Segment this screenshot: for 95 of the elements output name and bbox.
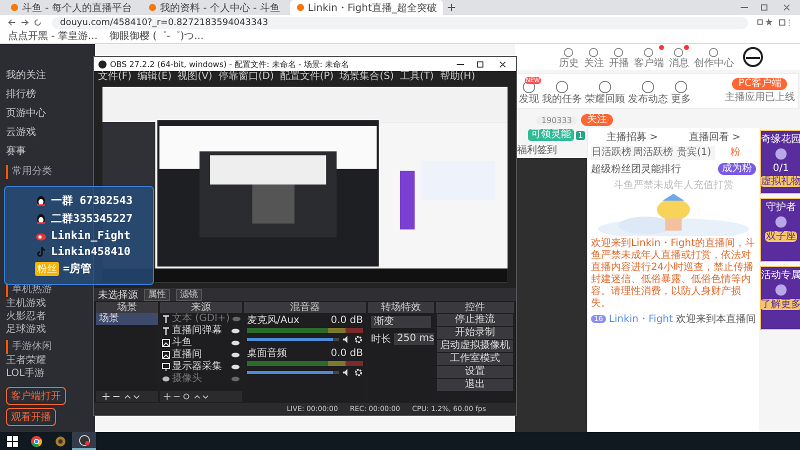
sidebar-item[interactable]: 云游戏 [6,123,89,142]
dock-title: 来源 [160,302,242,313]
header-link[interactable]: 客户端 [634,45,664,69]
feature-link[interactable]: 发布动态 [628,77,668,105]
promo-title: 守护者 [766,202,796,213]
follower-count: 190333 [536,116,577,124]
overlay-text: 二群335345227 [51,211,133,226]
control-button[interactable]: 启动虚拟摄像机 [437,340,513,352]
window-title: OBS 27.2.2 (64-bit, windows) - 配置文件: 未命名 - 场景: 未命名 [110,58,350,70]
menu-item[interactable]: 编辑(E) [138,71,172,83]
promo-action: 双子座 [764,231,797,242]
category-link[interactable]: 火影忍者 [6,310,89,323]
duration-field[interactable]: 250 ms [394,333,434,345]
feature-link[interactable]: 我的任务 [542,77,582,105]
rank-tab[interactable]: 贵宾(1) [673,146,715,160]
field-label: 时长 [371,332,391,346]
channel-reading: 0.0 dB [330,348,363,359]
promo-card[interactable]: 守护者 双子座 [760,198,800,262]
source-status: 未选择源 [98,288,138,302]
channel-reading: 0.0 dB [330,315,363,326]
join-fan-button[interactable]: 成为粉 [718,163,756,175]
control-button[interactable]: 退出 [437,379,513,391]
category-link[interactable]: LOL手游 [6,367,89,380]
sidebar-item[interactable]: 排行榜 [6,85,89,104]
control-button[interactable]: 设置 [437,366,513,378]
promo-count: 0/1 [772,163,789,174]
category-link[interactable]: 足球游戏 [6,323,89,336]
toolbar-button[interactable]: 属性 [144,288,170,300]
category-link[interactable]: 王者荣耀 [6,354,89,367]
promo-card[interactable]: 奇缘花园 0/1 虚拟礼物 [760,130,800,194]
sidebar-item[interactable]: 页游中心 [6,104,89,123]
menu-item[interactable]: 停靠窗口(D) [218,71,274,83]
header-link[interactable]: 开播 [608,45,629,69]
transition-select[interactable]: 渐变 [371,316,431,328]
dock-title: 转场特效 [368,302,434,313]
source-name[interactable]: 直播间弹幕 [172,325,229,337]
menu-item[interactable]: 工具(T) [400,71,434,83]
promo-card[interactable]: 活动专属 了解更多 [760,266,800,330]
promo-title: 奇缘花园 [760,134,800,145]
bookmark-link[interactable]: 御眼御樱 (゜-゜)つ... [110,30,204,42]
rank-tab[interactable]: 日活跃榜 [591,146,632,160]
empty-text: 斗鱼严禁未成年人充值打赏 [612,178,734,192]
overlay-text: Linkin_Fight [51,229,130,242]
menu-item[interactable]: 配置文件(P) [280,71,334,83]
promo-action: 虚拟礼物 [760,176,800,187]
panel-link[interactable]: 主播招募 > [606,130,658,144]
section-heading: 常用分类 [6,165,89,179]
bookmark-link[interactable]: 点点开黑 - 掌皇游... [8,30,98,42]
chat-message: 欢迎来到本直播间 [676,312,756,326]
promo-action: 了解更多 [760,299,800,310]
feature-link[interactable]: 更多 [671,77,691,105]
control-button[interactable]: 开始录制 [437,327,513,339]
dock-title: 场景 [96,302,158,313]
notice-text: 欢迎来到Linkin・Fight的直播间，斗鱼严禁未成年人直播或打赏，依法对直播内容进行24小时巡查，禁止传播封建迷信、低俗暴露、低俗色情等内容。请理性消费，以防人身财产损失。 [591,238,756,310]
sidebar-item[interactable]: 赛事 [6,142,89,161]
channel-name: 麦克风/Aux [247,315,300,326]
browser-tab[interactable]: 我的资料 - 个人中心 - 斗鱼 [142,0,286,15]
panel-link[interactable]: 直播回看 > [688,130,740,144]
overlay-text: =房管 [63,261,92,276]
fan-badge: 粉丝 [35,262,59,276]
overlay-text: 一群 67382543 [51,193,133,208]
sidebar-button[interactable]: 观看开播 [6,408,56,426]
scene-item[interactable]: 场景 [96,313,158,325]
sign-in-link[interactable]: 福利签到 [517,143,557,157]
browser-tab[interactable]: 斗鱼 - 每个人的直播平台 [4,0,138,15]
caption: 主播应用已上线 [724,90,795,104]
control-button[interactable]: 工作室模式 [437,353,513,365]
dock-title: 控件 [436,302,514,313]
control-button[interactable]: 停止推流 [437,314,513,326]
energy-count: 1 [576,130,585,140]
sidebar-button[interactable]: 客户端打开 [6,387,66,405]
category-link[interactable]: 主机游戏 [6,297,89,310]
address-field[interactable]: douyu.com/458410?_r=0.8272183594043343 [52,16,748,28]
header-link[interactable]: 创作中心 [694,45,734,69]
source-name[interactable]: 直播间 [172,349,229,361]
source-name[interactable]: 摄像头 [172,373,229,385]
browser-tab[interactable]: Linkin・Fight直播_超全突破 [290,0,443,15]
menu-item[interactable]: 视图(V) [178,71,212,83]
menu-item[interactable]: 帮助(H) [440,71,476,83]
overlay-text: Linkin458410 [51,245,130,258]
menu-item[interactable]: 场景集合(S) [340,71,394,83]
header-link[interactable]: 历史 [558,45,579,69]
header-link[interactable]: 消息 [668,45,689,69]
toolbar-button[interactable]: 滤镜 [176,288,202,300]
header-link[interactable]: 关注 [584,45,604,69]
section-heading: 手游休闲 [6,340,89,354]
rank-title: 超级粉丝团灵能排行 [591,162,681,176]
source-name[interactable]: 显示器采集 [172,361,229,373]
source-name[interactable]: 斗鱼 [172,337,229,349]
sidebar-item[interactable]: 我的关注 [6,66,89,85]
menu-item[interactable]: 文件(F) [98,71,132,83]
feature-link[interactable]: 荣耀回顾 [585,77,625,105]
promo-title: 活动专属 [760,270,800,281]
rank-tab[interactable]: 周活跃榜 [632,146,674,160]
channel-name: 桌面音频 [247,348,287,359]
